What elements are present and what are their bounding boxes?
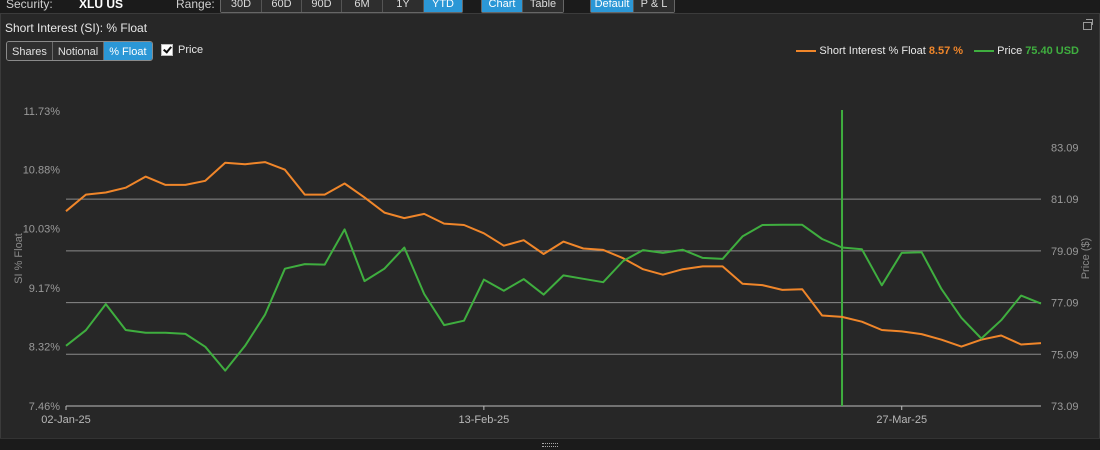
range-label: Range: — [176, 0, 215, 11]
range-ytd-button[interactable]: YTD — [424, 0, 462, 12]
range-selector: 30D 60D 90D 6M 1Y YTD — [220, 0, 463, 13]
view-selector: Chart Table — [481, 0, 564, 13]
default-mode-button[interactable]: Default — [591, 0, 634, 12]
range-6m-button[interactable]: 6M — [342, 0, 383, 12]
range-1y-button[interactable]: 1Y — [383, 0, 424, 12]
chart-view-button[interactable]: Chart — [482, 0, 523, 12]
y-right-tick-label: 79.09 — [1051, 246, 1079, 258]
y-left-tick-label: 11.73% — [24, 106, 61, 118]
range-30d-button[interactable]: 30D — [221, 0, 262, 12]
y-left-tick-label: 9.17% — [29, 283, 60, 295]
table-view-button[interactable]: Table — [523, 0, 563, 12]
y-left-tick-label: 8.32% — [29, 342, 60, 354]
range-60d-button[interactable]: 60D — [262, 0, 302, 12]
y-right-tick-label: 75.09 — [1051, 349, 1079, 361]
chart-panel: Short Interest (SI): % Float Shares Noti… — [0, 13, 1100, 439]
y-right-tick-label: 83.09 — [1051, 142, 1079, 154]
toolbar: Security: XLU US Range: 30D 60D 90D 6M 1… — [0, 0, 1100, 13]
x-tick-label: 13-Feb-25 — [458, 414, 509, 426]
security-value[interactable]: XLU US — [79, 0, 123, 11]
y-left-tick-label: 10.03% — [23, 223, 61, 235]
y-right-tick-label: 73.09 — [1051, 401, 1079, 413]
y-right-axis-title: Price ($) — [1080, 238, 1092, 280]
x-tick-label: 27-Mar-25 — [876, 414, 927, 426]
resize-grip-icon[interactable] — [542, 443, 558, 447]
mode-selector: Default P & L — [590, 0, 675, 13]
security-label: Security: — [6, 0, 53, 11]
y-left-tick-label: 7.46% — [29, 401, 60, 413]
bottom-bar — [0, 438, 1100, 450]
y-right-tick-label: 77.09 — [1051, 298, 1079, 310]
si-series-line[interactable] — [65, 161, 1042, 348]
y-left-axis-title: SI % Float — [13, 233, 25, 284]
range-90d-button[interactable]: 90D — [302, 0, 342, 12]
y-right-tick-label: 81.09 — [1051, 194, 1079, 206]
chart-area[interactable]: 11.73% 10.88% 10.03% 9.17% 8.32% 7.46% 83.09 81… — [1, 14, 1099, 438]
y-left-tick-label: 10.88% — [23, 165, 61, 177]
x-tick-label: 02-Jan-25 — [41, 414, 91, 426]
pl-mode-button[interactable]: P & L — [634, 0, 674, 12]
